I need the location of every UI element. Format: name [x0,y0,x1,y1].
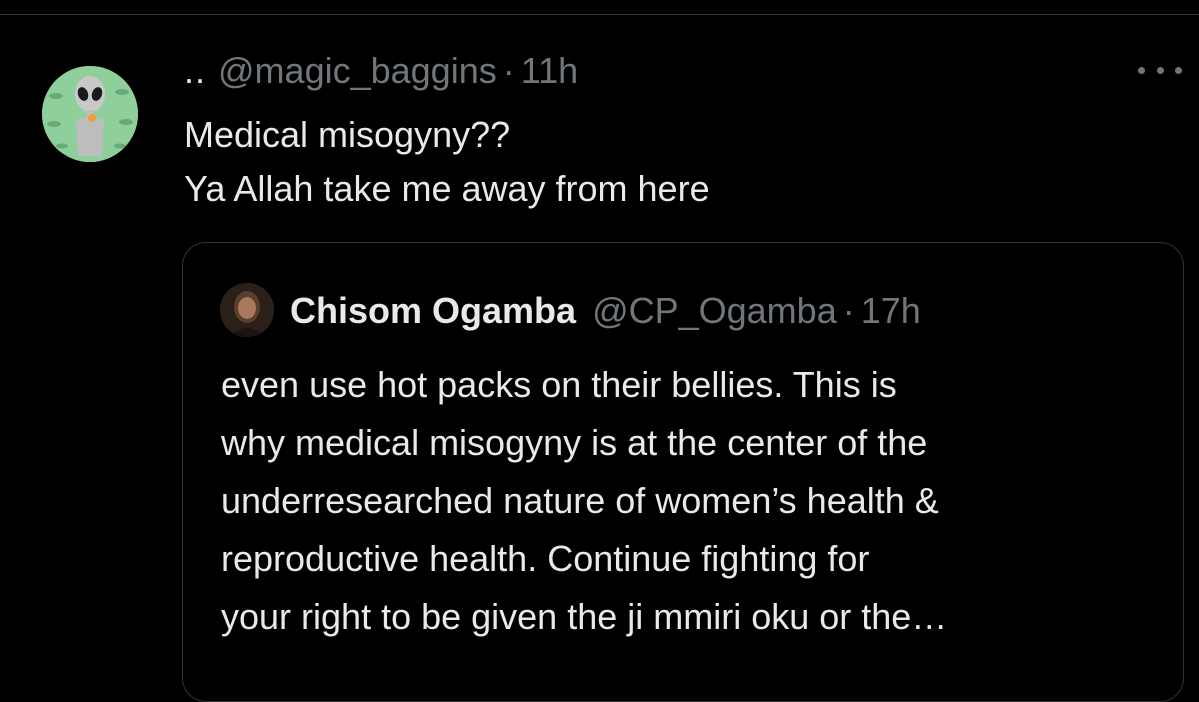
quote-text-line: your right to be given the ji mmiri oku … [221,596,948,637]
more-dot [1175,66,1182,74]
more-dot [1138,66,1145,74]
user-handle[interactable]: @magic_baggins [218,50,497,92]
quote-handle[interactable]: @CP_Ogamba [592,290,837,332]
display-name[interactable]: .. [184,50,206,92]
quote-header: Chisom Ogamba @CP_Ogamba · 17h [290,288,921,334]
quote-text-line: underresearched nature of women’s health… [221,480,939,521]
avatar[interactable] [42,66,138,162]
top-divider [0,14,1199,15]
tweet-header: .. @magic_baggins · 11h [184,48,578,94]
tweet-text: Medical misogyny?? Ya Allah take me away… [184,108,1144,216]
separator-dot: · [502,50,515,91]
quote-text-line: reproductive health. Continue fighting f… [221,538,870,579]
quote-text: even use hot packs on their bellies. Thi… [221,356,1171,646]
quote-timestamp[interactable]: 17h [861,290,921,332]
more-dot [1156,66,1164,74]
quote-text-line: even use hot packs on their bellies. Thi… [221,364,897,405]
alien-icon [42,66,138,162]
more-horizontal-icon[interactable] [1138,58,1182,82]
quote-text-line: why medical misogyny is at the center of… [221,422,928,463]
timestamp[interactable]: 11h [521,50,578,92]
tweet-text-line: Ya Allah take me away from here [184,168,710,209]
profile-photo-icon [220,283,274,337]
separator-dot: · [842,290,855,331]
quote-display-name[interactable]: Chisom Ogamba [290,290,576,332]
quote-avatar [220,283,274,337]
tweet-text-line: Medical misogyny?? [184,114,511,155]
